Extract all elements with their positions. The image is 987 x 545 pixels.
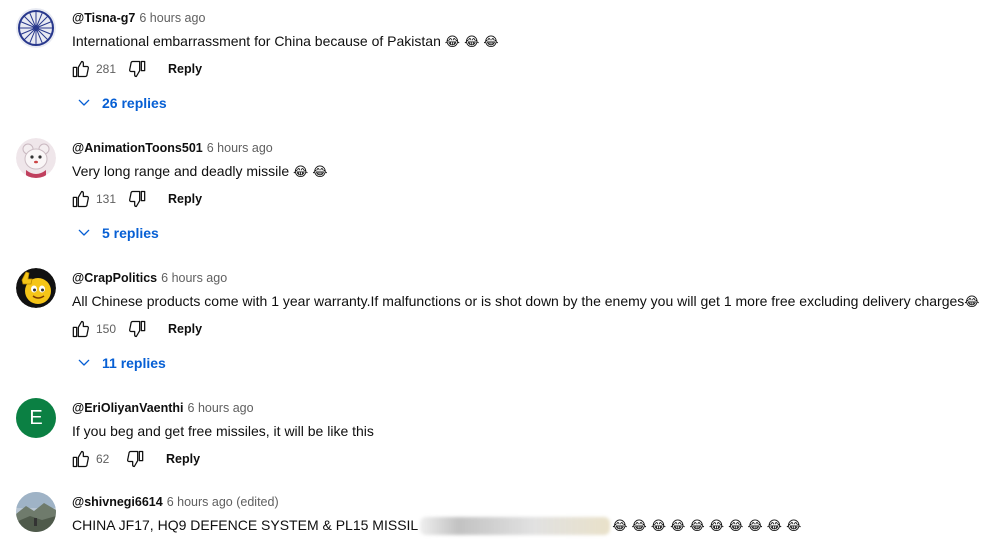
comment-text: If you beg and get free missiles, it wil… <box>72 421 374 441</box>
avatar[interactable] <box>16 138 56 178</box>
thumbs-up-icon <box>72 60 89 78</box>
avatar[interactable] <box>16 492 56 532</box>
edited-label: (edited) <box>236 495 279 509</box>
view-replies-button[interactable]: 5 replies <box>72 215 159 251</box>
ashoka-chakra-icon <box>16 8 56 48</box>
dislike-button[interactable] <box>122 53 154 85</box>
comment-actions: 281 Reply <box>64 51 202 87</box>
author-name[interactable]: @CrapPolitics <box>72 271 157 285</box>
comment-thread: @Tisna-g7 6 hours ago International embar… <box>0 0 987 130</box>
comment-text: CHINA JF17, HQ9 DEFENCE SYSTEM & PL15 MI… <box>72 515 801 537</box>
comments-section: @Tisna-g7 6 hours ago International embar… <box>0 0 987 545</box>
comment-timestamp[interactable]: 6 hours ago <box>167 495 233 509</box>
author-name[interactable]: @Tisna-g7 <box>72 11 135 25</box>
thumbs-up-icon <box>72 450 89 468</box>
comment-text: Very long range and deadly missile 😂 😂 <box>72 161 328 183</box>
avatar-letter: E <box>29 406 43 429</box>
avatar[interactable]: E <box>16 398 56 438</box>
comment-emojis: 😂 😂 <box>293 165 328 180</box>
avatar[interactable] <box>16 268 56 308</box>
view-replies-button[interactable]: 26 replies <box>72 85 167 121</box>
avatar[interactable] <box>16 8 56 48</box>
comment-thread: @AnimationToons501 6 hours ago Very long … <box>0 130 987 260</box>
like-count: 150 <box>96 322 117 336</box>
like-button[interactable] <box>64 183 96 215</box>
replies-count-label: 11 replies <box>102 355 166 371</box>
comment-header: @EriOliyanVaenthi 6 hours ago <box>72 400 254 416</box>
like-count: 62 <box>96 452 110 466</box>
comment-body: If you beg and get free missiles, it wil… <box>72 423 374 439</box>
dislike-button[interactable] <box>122 183 154 215</box>
cartoon-bear-icon <box>16 138 56 178</box>
comment-body: All Chinese products come with 1 year wa… <box>72 293 965 309</box>
chevron-down-icon <box>72 91 96 115</box>
comment-actions: 62 Reply <box>64 441 200 477</box>
comment-emojis: 😂 😂 😂 <box>444 35 499 50</box>
thumbs-down-icon <box>127 450 144 468</box>
comment-thread: @CrapPolitics 6 hours ago All Chinese pro… <box>0 260 987 390</box>
comment-emojis: 😂 <box>964 295 980 310</box>
view-replies-button[interactable]: 11 replies <box>72 345 166 381</box>
comment-body: CHINA JF17, HQ9 DEFENCE SYSTEM & PL15 MI… <box>72 517 419 533</box>
reply-button[interactable]: Reply <box>168 192 202 206</box>
comment-header: @shivnegi6614 6 hours ago (edited) <box>72 494 279 510</box>
thumbs-down-icon <box>129 190 146 208</box>
comment-header: @CrapPolitics 6 hours ago <box>72 270 227 286</box>
reply-button[interactable]: Reply <box>168 322 202 336</box>
thumbs-down-icon <box>129 60 146 78</box>
like-count: 281 <box>96 62 117 76</box>
thumbs-up-icon <box>72 190 89 208</box>
thumbs-down-icon <box>129 320 146 338</box>
replies-count-label: 5 replies <box>102 225 159 241</box>
comment-body: Very long range and deadly missile <box>72 163 290 179</box>
comment-actions: 131 Reply <box>64 181 202 217</box>
thumbs-up-icon <box>72 320 89 338</box>
author-name[interactable]: @EriOliyanVaenthi <box>72 401 184 415</box>
comment-body: International embarrassment for China be… <box>72 33 441 49</box>
comment-timestamp[interactable]: 6 hours ago <box>139 11 205 25</box>
comment-text: All Chinese products come with 1 year wa… <box>72 291 979 313</box>
thumbs-up-emoji-icon <box>16 268 56 308</box>
comment-thread: @shivnegi6614 6 hours ago (edited) CHINA … <box>0 484 987 545</box>
comment-timestamp[interactable]: 6 hours ago <box>207 141 273 155</box>
author-name[interactable]: @shivnegi6614 <box>72 495 163 509</box>
comment-emojis: 😂 😂 😂 😂 😂 😂 😂 😂 😂 😂 <box>612 519 802 534</box>
chevron-down-icon <box>72 221 96 245</box>
comment-timestamp[interactable]: 6 hours ago <box>161 271 227 285</box>
replies-count-label: 26 replies <box>102 95 167 111</box>
dislike-button[interactable] <box>120 443 152 475</box>
blurred-overlay <box>420 517 611 536</box>
like-count: 131 <box>96 192 117 206</box>
like-button[interactable] <box>64 313 96 345</box>
chevron-down-icon <box>72 351 96 375</box>
landscape-photo-icon <box>16 492 56 532</box>
author-name[interactable]: @AnimationToons501 <box>72 141 203 155</box>
reply-button[interactable]: Reply <box>166 452 200 466</box>
like-button[interactable] <box>64 443 96 475</box>
comment-text: International embarrassment for China be… <box>72 31 499 53</box>
comment-header: @Tisna-g7 6 hours ago <box>72 10 205 26</box>
comment-actions: 150 Reply <box>64 311 202 347</box>
comment-timestamp[interactable]: 6 hours ago <box>188 401 254 415</box>
reply-button[interactable]: Reply <box>168 62 202 76</box>
dislike-button[interactable] <box>122 313 154 345</box>
comment-header: @AnimationToons501 6 hours ago <box>72 140 273 156</box>
like-button[interactable] <box>64 53 96 85</box>
